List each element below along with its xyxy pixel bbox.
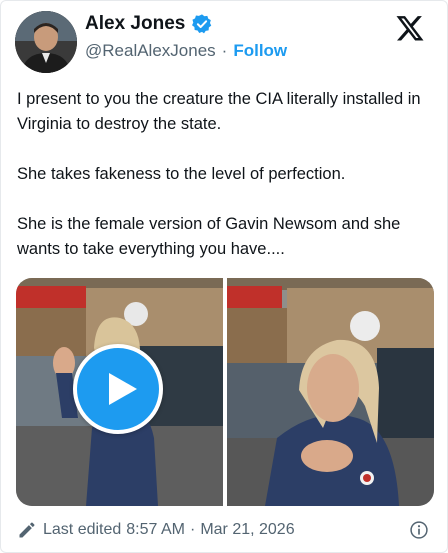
avatar[interactable] bbox=[15, 11, 77, 73]
verified-badge-icon bbox=[191, 13, 213, 35]
footer-separator: · bbox=[189, 521, 196, 538]
edit-time[interactable]: 8:57 AM bbox=[126, 521, 185, 539]
edit-date[interactable]: Mar 21, 2026 bbox=[200, 521, 294, 539]
author-name[interactable]: Alex Jones bbox=[85, 13, 185, 35]
author-name-row: Alex Jones bbox=[85, 13, 213, 35]
play-icon bbox=[109, 373, 137, 405]
author-handle[interactable]: @RealAlexJones bbox=[85, 41, 216, 61]
info-icon[interactable] bbox=[409, 520, 429, 540]
pencil-icon bbox=[17, 520, 37, 540]
tweet-paragraph: She is the female version of Gavin Newso… bbox=[17, 215, 401, 258]
tweet-paragraph: I present to you the creature the CIA li… bbox=[17, 90, 421, 133]
follow-button[interactable]: Follow bbox=[233, 41, 287, 61]
play-button[interactable] bbox=[73, 344, 163, 434]
author-handle-row: @RealAlexJones · Follow bbox=[85, 41, 287, 61]
tweet-card: Alex Jones @RealAlexJones · Follow I pre… bbox=[0, 0, 448, 553]
tweet-text: I present to you the creature the CIA li… bbox=[17, 87, 437, 287]
tweet-paragraph: She takes fakeness to the level of perfe… bbox=[17, 165, 346, 183]
handle-separator: · bbox=[221, 41, 228, 60]
edited-label[interactable]: Last edited bbox=[43, 521, 121, 539]
tweet-footer: Last edited 8:57 AM · Mar 21, 2026 bbox=[17, 518, 429, 542]
video-frame-right[interactable] bbox=[227, 278, 434, 506]
x-logo-icon[interactable] bbox=[395, 13, 425, 43]
